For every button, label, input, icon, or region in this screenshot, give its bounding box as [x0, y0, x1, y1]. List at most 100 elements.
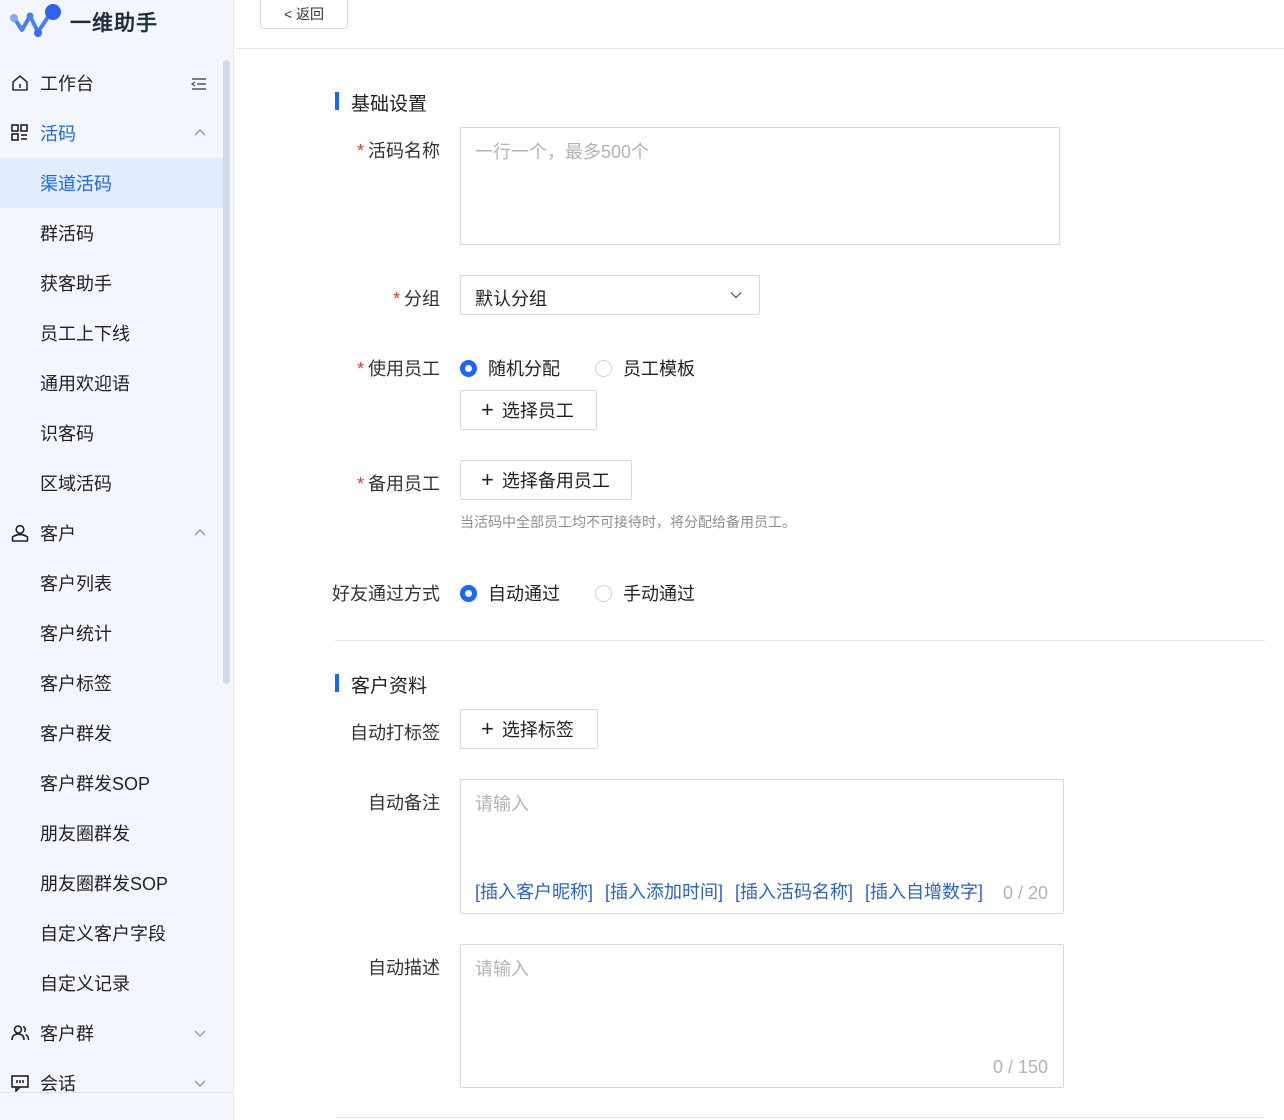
insert-nickname-link[interactable]: [插入客户昵称] [475, 878, 593, 904]
code-name-placeholder: 一行一个，最多500个 [475, 142, 650, 162]
backup-staff-label-text: 备用员工 [368, 474, 440, 494]
friend-pass-radio-manual[interactable]: 手动通过 [595, 580, 695, 606]
group-select[interactable]: 默认分组 [460, 275, 760, 315]
sidebar-item-label: 渠道活码 [40, 174, 112, 194]
select-backup-staff-button[interactable]: + 选择备用员工 [460, 460, 632, 500]
sidebar-scrollbar[interactable] [223, 60, 230, 684]
staff-label-text: 使用员工 [368, 359, 440, 379]
button-label: 选择备用员工 [501, 471, 610, 491]
auto-desc-counter: 0 / 150 [992, 1057, 1048, 1077]
friend-pass-label: 好友通过方式 [332, 584, 440, 604]
select-staff-button[interactable]: + 选择员工 [460, 390, 597, 430]
chevron-down-icon [194, 1080, 206, 1087]
sidebar-item-customer-broadcast-sop[interactable]: 客户群发SOP [0, 758, 224, 808]
sidebar-item-workbench[interactable]: 工作台 [0, 58, 224, 108]
sidebar-item-region-code[interactable]: 区域活码 [0, 458, 224, 508]
sidebar-item-label: 客户列表 [40, 574, 112, 594]
top-bar: < 返回 [235, 0, 1284, 49]
sidebar-item-label: 客户群发SOP [40, 774, 151, 794]
sidebar-item-acquire-assistant[interactable]: 获客助手 [0, 258, 224, 308]
group-label: * 分组 [240, 285, 440, 311]
radio-dot [460, 584, 477, 602]
sidebar-item-label: 区域活码 [40, 474, 112, 494]
home-icon [12, 75, 28, 91]
auto-tag-label: 自动打标签 [350, 723, 440, 743]
plus-icon: + [481, 716, 494, 741]
sidebar-item-customer-stats[interactable]: 客户统计 [0, 608, 224, 658]
sidebar-item-group-code[interactable]: 群活码 [0, 208, 224, 258]
auto-remark-placeholder: 请输入 [475, 794, 529, 814]
sidebar-item-customer-broadcast[interactable]: 客户群发 [0, 708, 224, 758]
sidebar-item-moments-broadcast[interactable]: 朋友圈群发 [0, 808, 224, 858]
insert-code-name-link[interactable]: [插入活码名称] [735, 878, 853, 904]
sidebar-item-label: 工作台 [40, 74, 94, 94]
sidebar-item-staff-online[interactable]: 员工上下线 [0, 308, 224, 358]
auto-remark-textarea[interactable]: 请输入 [插入客户昵称] [插入添加时间] [插入活码名称] [插入自增数字] … [460, 779, 1064, 914]
sidebar-item-label: 客户群发 [40, 724, 112, 744]
staff-radio-template[interactable]: 员工模板 [595, 355, 695, 381]
friend-pass-radio-auto[interactable]: 自动通过 [460, 580, 560, 606]
app-root: 一维助手 工作台 活码 渠道活码 群活码 获客助手 员工上下线 通用欢迎语 识客… [0, 0, 1284, 1120]
sidebar-item-customer-list[interactable]: 客户列表 [0, 558, 224, 608]
group-select-value: 默认分组 [475, 289, 547, 309]
sidebar-item-identify-code[interactable]: 识客码 [0, 408, 224, 458]
required-mark: * [356, 359, 364, 379]
radio-label: 员工模板 [623, 359, 695, 379]
group-label-text: 分组 [404, 289, 440, 309]
collapse-menu-icon[interactable] [190, 75, 208, 93]
auto-desc-textarea[interactable]: 请输入 0 / 150 [460, 944, 1064, 1088]
sidebar-item-custom-records[interactable]: 自定义记录 [0, 958, 224, 1008]
chat-icon [11, 1075, 29, 1093]
auto-desc-label: 自动描述 [368, 958, 440, 978]
sidebar-item-custom-fields[interactable]: 自定义客户字段 [0, 908, 224, 958]
insert-auto-number-link[interactable]: [插入自增数字] [865, 878, 983, 904]
auto-remark-counter: 0 / 20 [1002, 883, 1048, 903]
sidebar-item-channel-code[interactable]: 渠道活码 [0, 158, 224, 208]
auto-desc-placeholder: 请输入 [475, 959, 529, 979]
staff-label: * 使用员工 [240, 355, 440, 381]
radio-label: 随机分配 [488, 359, 560, 379]
select-tag-button[interactable]: + 选择标签 [460, 709, 598, 749]
sidebar-item-customer-group[interactable]: 客户群 [0, 1008, 224, 1058]
sidebar-item-customer[interactable]: 客户 [0, 508, 224, 558]
required-mark: * [356, 474, 364, 494]
sidebar-item-live-code[interactable]: 活码 [0, 108, 224, 158]
code-name-label: * 活码名称 [240, 137, 440, 163]
sidebar-item-label: 识客码 [40, 424, 94, 444]
user-icon [11, 524, 29, 542]
sidebar-item-customer-tags[interactable]: 客户标签 [0, 658, 224, 708]
chevron-up-icon [194, 129, 206, 136]
code-name-textarea[interactable]: 一行一个，最多500个 [460, 127, 1060, 245]
radio-label: 自动通过 [488, 584, 560, 604]
sidebar-item-label: 群活码 [40, 224, 94, 244]
staff-radio-random[interactable]: 随机分配 [460, 355, 560, 381]
sidebar-item-label: 朋友圈群发 [40, 824, 130, 844]
chevron-down-icon [194, 1030, 206, 1037]
sidebar-footer [0, 1092, 233, 1120]
sidebar-item-label: 客户标签 [40, 674, 112, 694]
sidebar-item-welcome-message[interactable]: 通用欢迎语 [0, 358, 224, 408]
sidebar-item-label: 自定义记录 [40, 974, 130, 994]
sidebar-item-moments-broadcast-sop[interactable]: 朋友圈群发SOP [0, 858, 224, 908]
code-name-label-text: 活码名称 [368, 141, 440, 161]
insert-add-time-link[interactable]: [插入添加时间] [605, 878, 723, 904]
radio-dot [595, 359, 612, 377]
sidebar-item-label: 客户 [40, 524, 76, 544]
logo: 一维助手 [8, 0, 158, 44]
grid-icon [11, 124, 28, 141]
chevron-up-icon [194, 529, 206, 536]
sidebar-item-label: 客户统计 [40, 624, 112, 644]
sidebar-item-label: 自定义客户字段 [40, 924, 166, 944]
chevron-down-icon [730, 292, 742, 299]
sidebar-item-label: 活码 [40, 124, 76, 144]
sidebar-item-label: 获客助手 [40, 274, 112, 294]
section-title-customer: 客户资料 [335, 671, 427, 698]
plus-icon: + [481, 467, 494, 492]
logo-icon [10, 4, 61, 37]
backup-staff-hint: 当活码中全部员工均不可接待时，将分配给备用员工。 [460, 514, 796, 530]
backup-staff-label: * 备用员工 [240, 470, 440, 496]
section-divider [335, 1117, 1265, 1118]
button-label: 选择员工 [501, 401, 574, 421]
radio-dot [595, 584, 612, 602]
back-button[interactable]: < 返回 [260, 0, 348, 29]
